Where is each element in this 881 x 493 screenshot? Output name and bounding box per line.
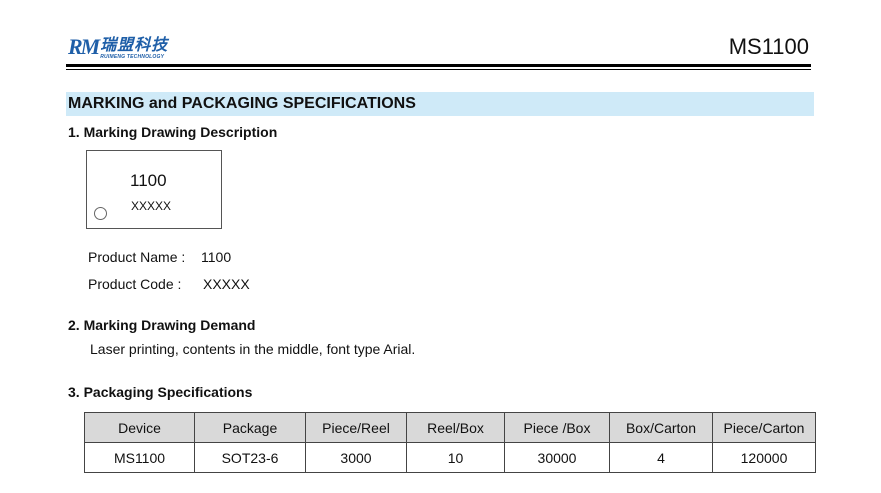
- product-name-value: 1100: [201, 249, 232, 265]
- logo-mark: RM: [68, 34, 100, 59]
- table-cell: 4: [609, 442, 713, 473]
- packaging-table: Device Package Piece/Reel Reel/Box Piece…: [84, 412, 816, 473]
- product-code-value: XXXXX: [203, 276, 250, 292]
- table-cell: MS1100: [84, 442, 195, 473]
- logo-chinese-name: 瑞盟科技: [100, 35, 169, 54]
- pin1-indicator-icon: [94, 207, 107, 220]
- marking-chip-sub: XXXXX: [131, 199, 172, 213]
- table-header-row: Device Package Piece/Reel Reel/Box Piece…: [84, 412, 816, 443]
- column-header: Device: [84, 412, 195, 443]
- header-rule-thin: [66, 69, 811, 70]
- company-logo: RM 瑞盟科技 RUIMENG TECHNOLOGY: [68, 36, 168, 62]
- column-header: Piece/Carton: [712, 412, 816, 443]
- document-title: MS1100: [728, 34, 809, 59]
- demand-text: Laser printing, contents in the middle, …: [90, 341, 416, 357]
- marking-heading: 1. Marking Drawing Description: [68, 124, 278, 140]
- logo-english-name: RUIMENG TECHNOLOGY: [100, 54, 165, 60]
- column-header: Reel/Box: [406, 412, 505, 443]
- column-header: Box/Carton: [609, 412, 713, 443]
- section-title: MARKING and PACKAGING SPECIFICATIONS: [68, 95, 416, 112]
- table-cell: 10: [406, 442, 505, 473]
- logo-text: 瑞盟科技 RUIMENG TECHNOLOGY: [100, 35, 169, 61]
- table-cell: 120000: [712, 442, 816, 473]
- column-header: Piece/Reel: [305, 412, 407, 443]
- demand-heading: 2. Marking Drawing Demand: [68, 317, 256, 333]
- packaging-heading: 3. Packaging Specifications: [68, 384, 253, 400]
- table-cell: 3000: [305, 442, 407, 473]
- table-cell: 30000: [504, 442, 610, 473]
- product-name-label: Product Name :: [88, 249, 186, 265]
- product-name-row: Product Name : 1100: [88, 249, 231, 265]
- column-header: Package: [194, 412, 306, 443]
- header-rule-thick: [66, 64, 811, 67]
- table-row: MS1100 SOT23-6 3000 10 30000 4 120000: [84, 442, 816, 473]
- product-code-label: Product Code :: [88, 276, 182, 292]
- table-cell: SOT23-6: [194, 442, 306, 473]
- column-header: Piece /Box: [504, 412, 610, 443]
- product-code-row: Product Code : XXXXX: [88, 276, 250, 292]
- marking-chip-code: 1100: [130, 171, 167, 190]
